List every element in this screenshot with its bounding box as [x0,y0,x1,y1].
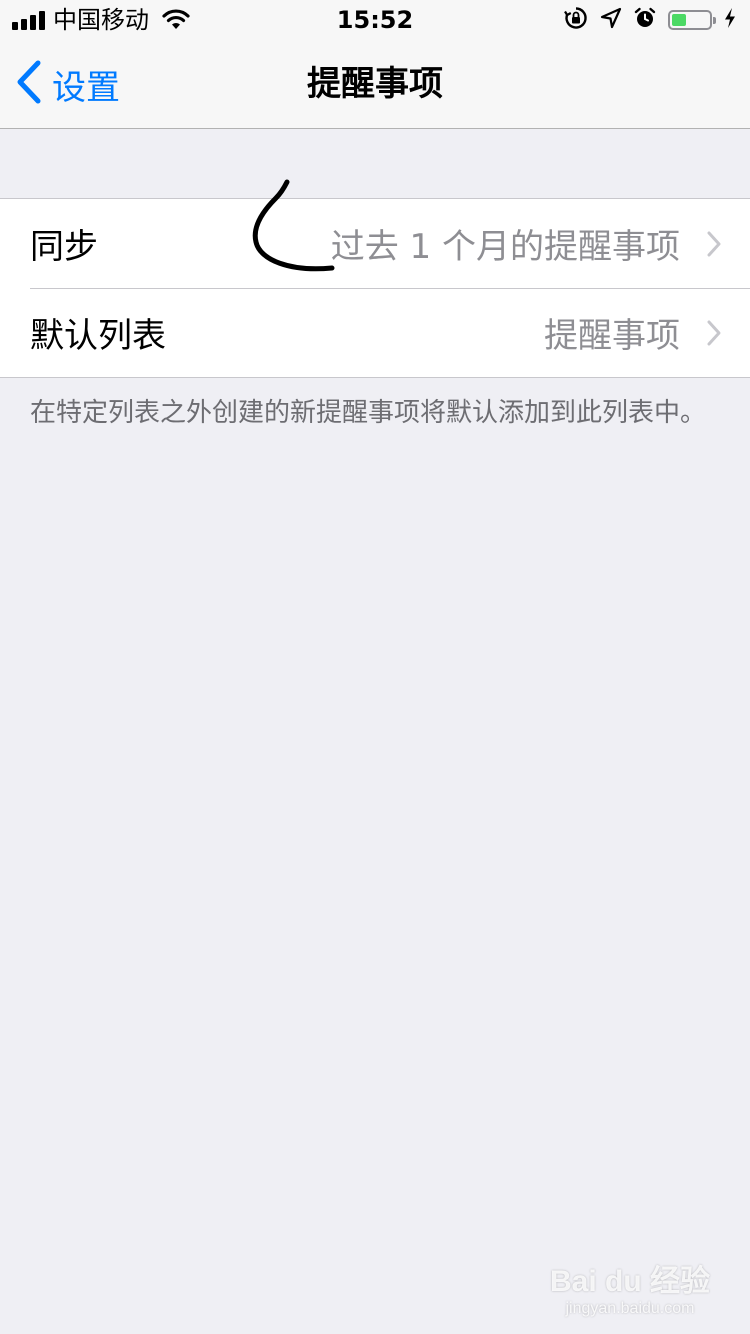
status-bar: 中国移动 15:52 [0,0,750,40]
default-list-value: 提醒事项 [544,316,680,356]
settings-group: 同步 过去 1 个月的提醒事项 默认列表 提醒事项 [0,198,750,378]
watermark-logo: Bai du 经验 [549,1265,710,1298]
sync-value: 过去 1 个月的提醒事项 [330,227,680,267]
chevron-right-icon [706,319,722,347]
orientation-lock-icon [564,6,588,34]
sync-label: 同步 [30,227,98,267]
chevron-right-icon [706,230,722,258]
page-title: 提醒事项 [307,64,443,104]
sync-row[interactable]: 同步 过去 1 个月的提醒事项 [0,199,750,288]
default-list-footnote: 在特定列表之外创建的新提醒事项将默认添加到此列表中。 [30,398,707,428]
battery-icon [668,10,716,30]
charging-bolt-icon [724,7,736,33]
status-right [564,0,736,40]
location-arrow-icon [600,7,622,33]
watermark-url: jingyan.baidu.com [565,1300,695,1317]
battery-nub [713,17,716,24]
battery-level-fill [672,14,687,26]
default-list-label: 默认列表 [30,316,166,356]
alarm-clock-icon [634,7,656,33]
default-list-row[interactable]: 默认列表 提醒事项 [0,288,750,377]
baidu-watermark: Bai du 经验 jingyan.baidu.com [550,1256,710,1318]
navigation-bar: 设置 提醒事项 [0,40,750,129]
